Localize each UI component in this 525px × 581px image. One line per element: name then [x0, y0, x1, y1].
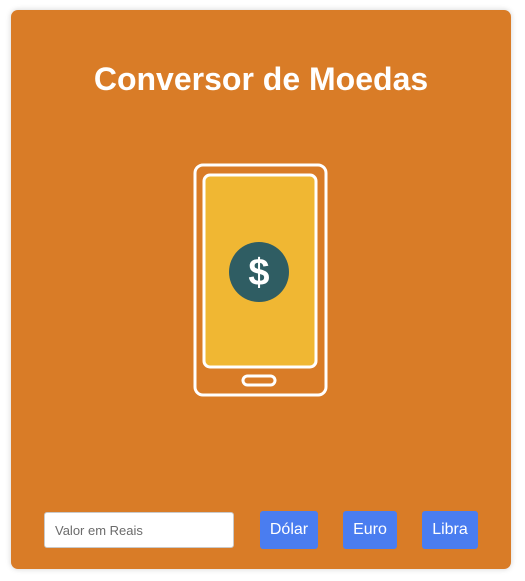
- phone-with-dollar-icon: $: [193, 163, 328, 397]
- converter-card: Conversor de Moedas $ Dólar Euro Libra: [11, 10, 511, 569]
- convert-euro-button[interactable]: Euro: [343, 511, 397, 549]
- amount-input[interactable]: [44, 512, 234, 548]
- dollar-symbol: $: [248, 252, 269, 294]
- phone-home-button: [241, 374, 277, 387]
- convert-libra-button[interactable]: Libra: [422, 511, 478, 549]
- convert-dolar-button[interactable]: Dólar: [260, 511, 318, 549]
- converter-controls: Dólar Euro Libra: [11, 510, 511, 550]
- page-title: Conversor de Moedas: [93, 61, 429, 97]
